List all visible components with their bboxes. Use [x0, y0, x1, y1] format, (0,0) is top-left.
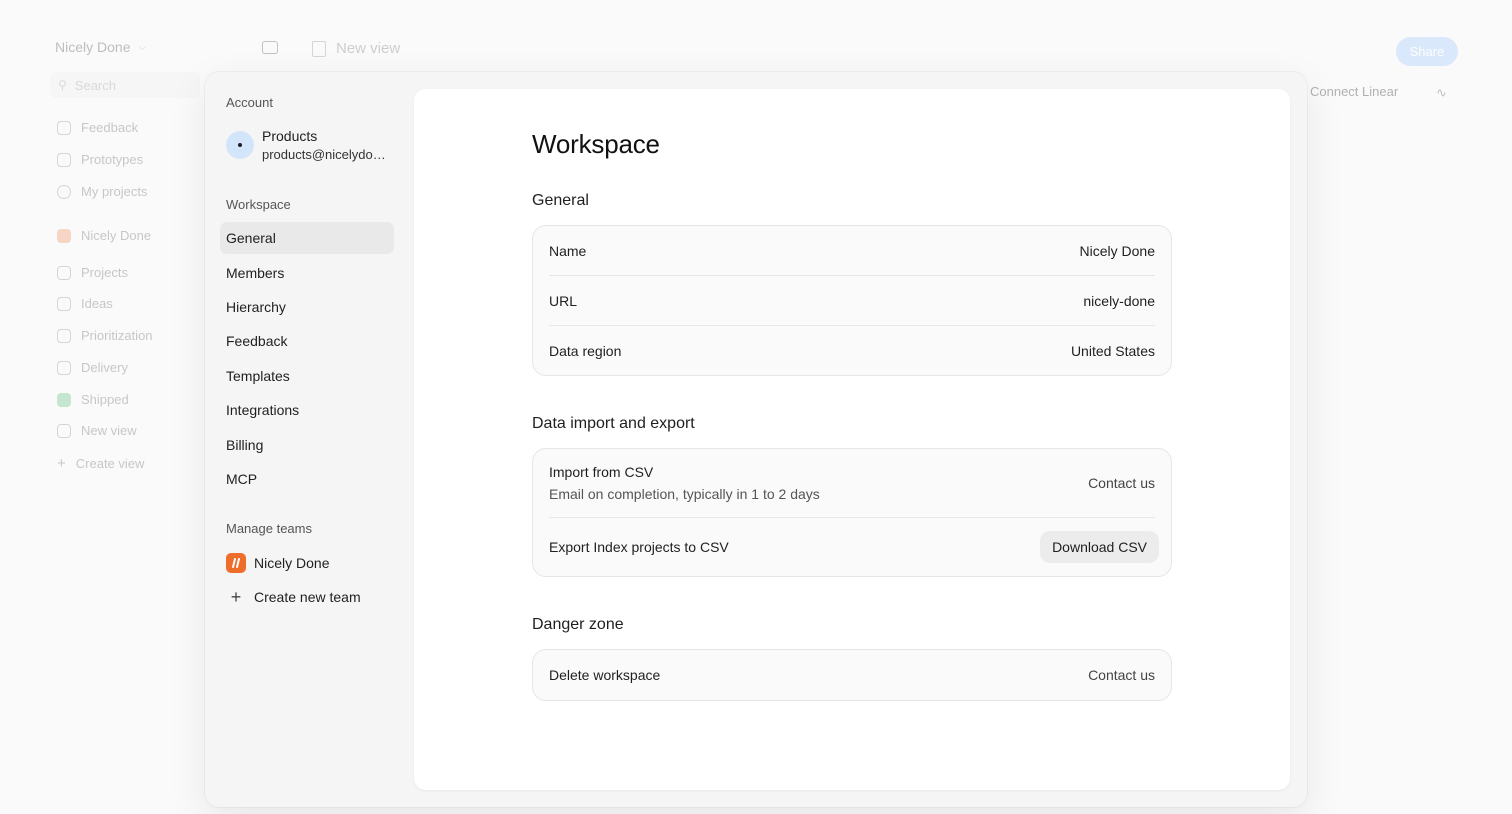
team-logo-icon	[57, 228, 71, 243]
bg-team-header: Nicely Done	[57, 228, 151, 243]
prioritization-icon	[57, 328, 71, 343]
account-profile[interactable]: Products products@nicelydone.club	[226, 128, 392, 162]
url-label: URL	[549, 292, 578, 309]
chevron-down-icon: ⌵	[138, 41, 147, 53]
export-csv-row: Export Index projects to CSV Download CS…	[549, 517, 1159, 576]
page-title: Workspace	[532, 129, 660, 159]
settings-content: Workspace General Name Nicely Done URL n…	[414, 89, 1290, 790]
bg-view-title: New view	[312, 40, 400, 57]
doc-icon	[57, 423, 71, 438]
bg-nav-projects: Projects	[57, 265, 128, 280]
account-name: Products	[262, 128, 318, 144]
export-csv-label: Export Index projects to CSV	[549, 539, 729, 555]
bg-nav-my-projects: My projects	[57, 184, 147, 199]
url-row[interactable]: URL nicely-done	[549, 275, 1155, 325]
danger-zone-heading: Danger zone	[532, 616, 624, 633]
name-row[interactable]: Name Nicely Done	[549, 226, 1155, 275]
danger-card: Delete workspace Contact us	[532, 649, 1172, 701]
name-value[interactable]: Nicely Done	[1080, 243, 1155, 259]
sidebar-toggle-icon	[262, 41, 278, 54]
plus-icon: +	[57, 455, 66, 472]
data-region-row: Data region United States	[549, 325, 1155, 375]
data-region-label: Data region	[549, 342, 622, 359]
bg-nav-shipped: Shipped	[57, 392, 129, 407]
manage-teams-heading: Manage teams	[226, 521, 312, 536]
avatar	[226, 131, 254, 159]
bg-share-button: Share	[1396, 37, 1458, 66]
ideas-icon	[57, 296, 71, 311]
settings-nav-mcp[interactable]: MCP	[220, 463, 394, 495]
import-contact-us-link[interactable]: Contact us	[1088, 475, 1155, 491]
delete-workspace-row: Delete workspace Contact us	[549, 650, 1155, 700]
bg-search-input: ⚲ Search	[50, 72, 200, 98]
bg-workspace-name: Nicely Done	[55, 39, 131, 55]
data-region-value: United States	[1070, 342, 1155, 359]
checkmark-icon	[57, 392, 71, 407]
settings-nav-templates[interactable]: Templates	[220, 360, 394, 392]
import-csv-row: Import from CSV Email on completion, typ…	[549, 449, 1155, 517]
account-heading: Account	[226, 95, 273, 110]
team-logo-icon	[226, 553, 246, 573]
settings-nav-general[interactable]: General	[220, 222, 394, 254]
team-name: Nicely Done	[254, 555, 330, 571]
url-value[interactable]: nicely-done	[1083, 293, 1155, 309]
activity-icon: ∿	[1436, 85, 1447, 100]
bg-nav-ideas: Ideas	[57, 296, 113, 311]
search-icon: ⚲	[58, 78, 67, 92]
workspace-heading: Workspace	[226, 197, 291, 212]
settings-nav-feedback[interactable]: Feedback	[220, 325, 394, 357]
bg-workspace-switcher: Nicely Done ⌵	[55, 39, 146, 55]
data-card: Import from CSV Email on completion, typ…	[532, 448, 1172, 577]
delete-contact-us-link[interactable]: Contact us	[1088, 667, 1155, 683]
download-csv-button[interactable]: Download CSV	[1040, 531, 1159, 563]
general-heading: General	[532, 192, 589, 209]
settings-nav-hierarchy[interactable]: Hierarchy	[220, 291, 394, 323]
doc-icon	[312, 40, 326, 57]
prototype-icon	[57, 152, 71, 167]
create-team-label: Create new team	[254, 589, 361, 605]
bg-nav-new-view: New view	[57, 423, 137, 438]
delete-workspace-label: Delete workspace	[549, 667, 661, 683]
general-card: Name Nicely Done URL nicely-done Data re…	[532, 225, 1172, 376]
feedback-icon	[57, 120, 71, 135]
create-new-team-button[interactable]: + Create new team	[226, 587, 361, 607]
background-sidebar: Nicely Done ⌵ ⚲ Search Feedback Prototyp…	[0, 0, 240, 814]
import-csv-label: Import from CSV	[549, 464, 654, 480]
bg-nav-prioritization: Prioritization	[57, 328, 153, 343]
settings-modal: Account Products products@nicelydone.clu…	[205, 72, 1307, 807]
bg-nav-prototypes: Prototypes	[57, 152, 143, 167]
name-label: Name	[549, 242, 587, 259]
bg-nav-feedback: Feedback	[57, 120, 138, 135]
plus-icon: +	[230, 587, 242, 607]
bg-nav-create-view: + Create view	[57, 455, 145, 472]
bg-nav-delivery: Delivery	[57, 360, 128, 375]
settings-sidebar: Account Products products@nicelydone.clu…	[205, 72, 413, 807]
team-item-nicely-done[interactable]: Nicely Done	[226, 553, 329, 573]
import-csv-description: Email on completion, typically in 1 to 2…	[549, 486, 820, 502]
settings-nav-integrations[interactable]: Integrations	[220, 394, 394, 426]
data-import-export-heading: Data import and export	[532, 415, 695, 432]
settings-nav-billing[interactable]: Billing	[220, 429, 394, 461]
projects-icon	[57, 265, 71, 280]
settings-nav-members[interactable]: Members	[220, 257, 394, 289]
bg-connect-linear: Connect Linear	[1310, 84, 1399, 99]
avatar-dot-icon	[238, 143, 242, 147]
truck-icon	[57, 360, 71, 375]
account-email: products@nicelydone.club	[262, 147, 392, 162]
user-icon	[57, 184, 71, 199]
